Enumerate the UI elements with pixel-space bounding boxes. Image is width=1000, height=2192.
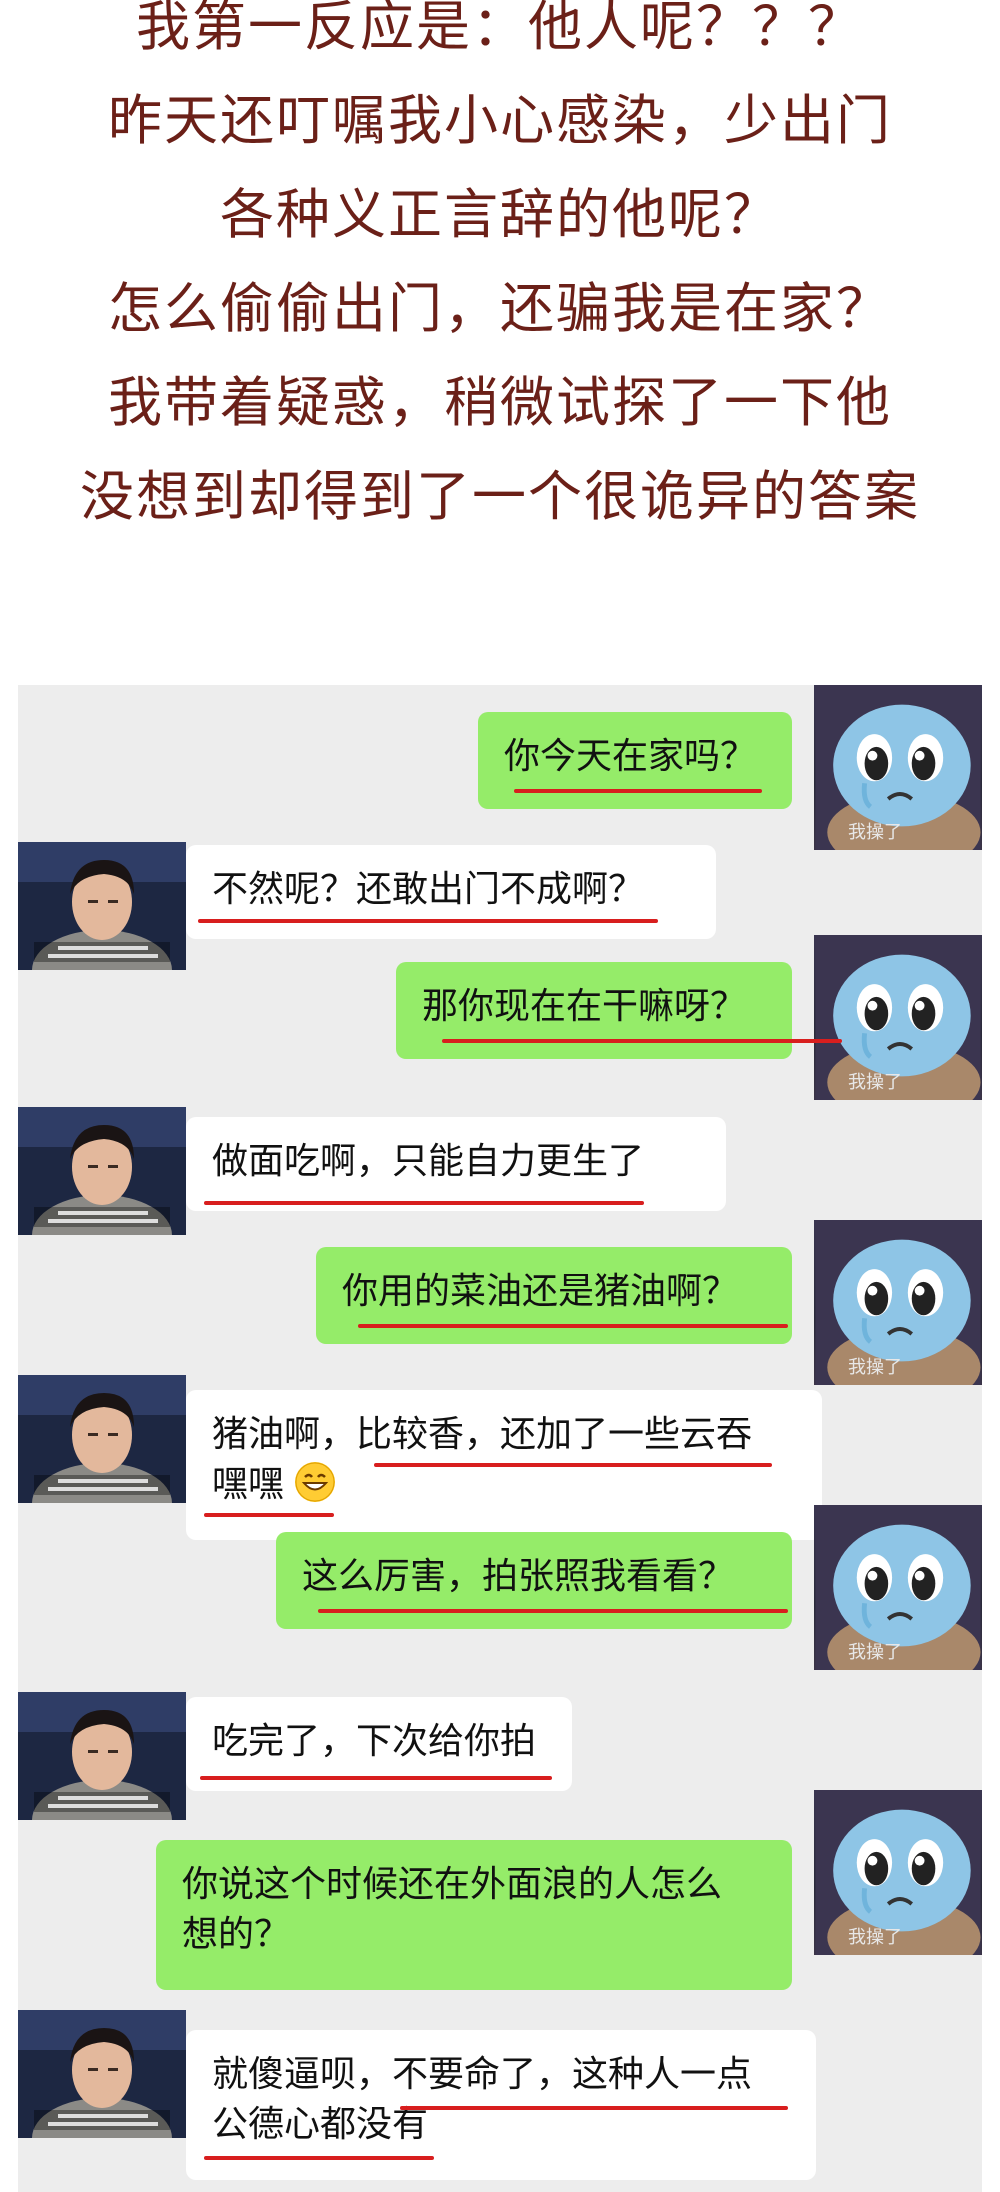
- friend-bubble: 做面吃啊，只能自力更生了: [186, 1117, 726, 1211]
- message-text: 就傻逼呗，不要命了，这种人一点: [212, 2054, 753, 2095]
- intro-line: 我第一反应是：他人呢？？？: [136, 0, 864, 58]
- avatar-caption: 我操了: [848, 1642, 902, 1663]
- red-underline: [204, 1513, 334, 1517]
- message-text: 猪油啊，比较香，还加了一些云吞: [212, 1414, 753, 1455]
- red-underline: [198, 919, 658, 923]
- intro-line: 各种义正言辞的他呢？: [220, 183, 780, 246]
- message-text: 你用的菜油还是猪油啊？: [342, 1271, 739, 1312]
- avatar-caption: 我操了: [848, 1927, 902, 1948]
- avatar-caption: 我操了: [848, 1357, 902, 1378]
- message-text: 吃完了，下次给你拍: [212, 1721, 537, 1762]
- red-underline: [200, 1776, 552, 1780]
- red-underline: [400, 2106, 788, 2110]
- squirtle-crying-icon: 我操了: [814, 1220, 982, 1385]
- red-underline: [204, 2156, 434, 2160]
- my-bubble: 那你现在在干嘛呀？: [396, 962, 792, 1059]
- red-underline: [514, 789, 762, 793]
- my-bubble: 你用的菜油还是猪油啊？: [316, 1247, 792, 1344]
- message-text-line2: 嘿嘿: [212, 1460, 796, 1510]
- man-portrait-icon: [18, 2010, 186, 2138]
- my-bubble: 你说这个时候还在外面浪的人怎么 想的？: [156, 1840, 792, 1990]
- my-bubble: 这么厉害，拍张照我看看？: [276, 1532, 792, 1629]
- red-underline: [358, 1324, 788, 1328]
- squirtle-crying-icon: 我操了: [814, 1505, 982, 1670]
- red-underline: [204, 1201, 644, 1205]
- red-underline: [442, 1039, 842, 1043]
- message-text: 你说这个时候还在外面浪的人怎么: [182, 1864, 723, 1905]
- man-portrait-icon: [18, 1375, 186, 1503]
- message-text: 不然呢？还敢出门不成啊？: [212, 869, 645, 910]
- squirtle-crying-icon: 我操了: [814, 1790, 982, 1955]
- man-portrait-icon: [18, 1692, 186, 1820]
- chat-screenshot: 我操了 你今天在家吗？ 不然呢？还敢出门不成啊？ 我操了 那你现在在干嘛呀？ 做…: [18, 685, 982, 2192]
- message-text: 你今天在家吗？: [504, 736, 757, 777]
- avatar-caption: 我操了: [848, 1072, 902, 1093]
- squirtle-crying-icon: 我操了: [814, 935, 982, 1100]
- intro-line: 怎么偷偷出门，还骗我是在家？: [108, 277, 892, 340]
- message-text: 这么厉害，拍张照我看看？: [302, 1556, 735, 1597]
- intro-line: 没想到却得到了一个很诡异的答案: [80, 465, 920, 528]
- man-portrait-icon: [18, 842, 186, 970]
- red-underline: [318, 1609, 788, 1613]
- red-underline: [374, 1463, 772, 1467]
- grinning-face-icon: [295, 1462, 336, 1502]
- avatar-caption: 我操了: [848, 822, 902, 843]
- my-bubble: 你今天在家吗？: [478, 712, 792, 809]
- man-portrait-icon: [18, 1107, 186, 1235]
- message-text: 做面吃啊，只能自力更生了: [212, 1141, 645, 1182]
- message-text: 那你现在在干嘛呀？: [422, 986, 747, 1027]
- intro-line: 昨天还叮嘱我小心感染，少出门: [108, 89, 892, 152]
- message-text-line2: 想的？: [182, 1914, 291, 1955]
- squirtle-crying-icon: 我操了: [814, 685, 982, 850]
- friend-bubble: 不然呢？还敢出门不成啊？: [186, 845, 716, 939]
- intro-line: 我带着疑惑，稍微试探了一下他: [108, 371, 892, 434]
